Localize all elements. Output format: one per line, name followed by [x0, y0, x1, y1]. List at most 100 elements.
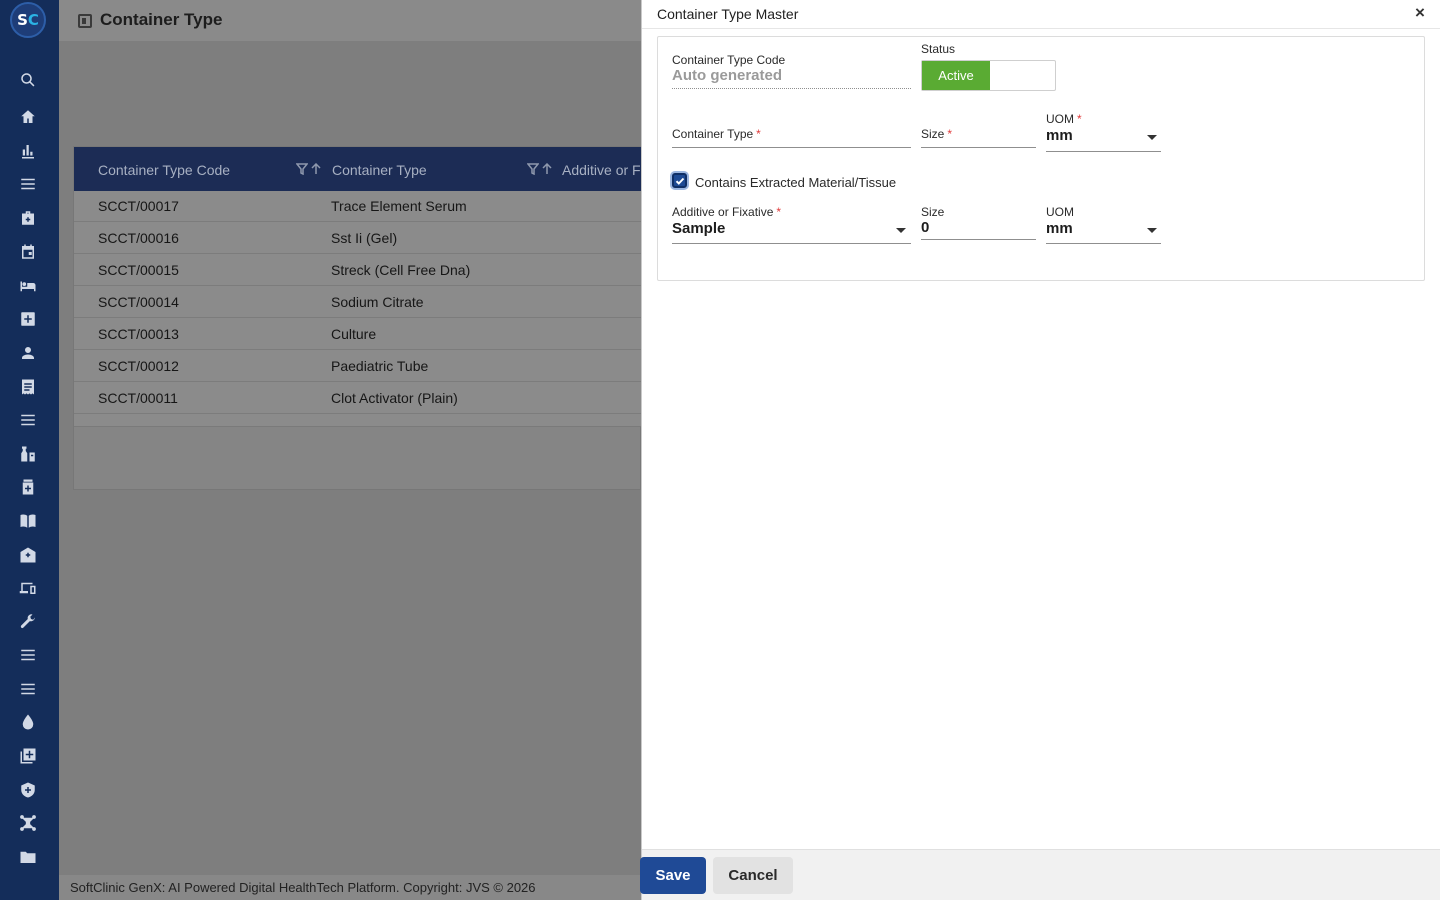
- uom2-select[interactable]: mm: [1046, 220, 1073, 237]
- book-icon[interactable]: [17, 510, 39, 532]
- pharmacy-icon[interactable]: [17, 443, 39, 465]
- uom-label: UOM *: [1046, 112, 1082, 126]
- cell-type: Sodium Citrate: [331, 294, 424, 310]
- table-row[interactable]: SCCT/00014 Sodium Citrate: [74, 286, 641, 318]
- checkmark-icon: [675, 177, 685, 185]
- status-toggle[interactable]: Active: [921, 60, 1056, 91]
- table-row[interactable]: SCCT/00017 Trace Element Serum: [74, 190, 641, 222]
- home-icon[interactable]: [17, 106, 39, 128]
- column-header-additive[interactable]: Additive or Fi: [562, 162, 641, 178]
- cell-code: SCCT/00012: [98, 358, 179, 374]
- size2-label: Size: [921, 205, 945, 219]
- extracted-material-checkbox[interactable]: [672, 173, 687, 188]
- menu-icon[interactable]: [17, 173, 39, 195]
- calendar-icon[interactable]: [17, 241, 39, 263]
- grid-header: Container Type Code Container Type Addit…: [74, 147, 641, 191]
- cell-type: Sst Ii (Gel): [331, 230, 398, 246]
- medicine-box-icon[interactable]: [17, 476, 39, 498]
- container-type-grid: Container Type Code Container Type Addit…: [74, 147, 641, 427]
- folder-icon[interactable]: [17, 846, 39, 868]
- column-header-code[interactable]: Container Type Code: [98, 162, 230, 178]
- column-tools-code[interactable]: [296, 163, 322, 177]
- sort-up-icon[interactable]: [310, 163, 322, 175]
- cell-type: Trace Element Serum: [331, 198, 467, 214]
- size2-underline: [921, 239, 1036, 240]
- additive-label: Additive or Fixative *: [672, 205, 781, 219]
- cell-code: SCCT/00016: [98, 230, 179, 246]
- chart-icon[interactable]: [17, 140, 39, 162]
- chevron-down-icon[interactable]: [1147, 135, 1157, 140]
- cell-code: SCCT/00011: [98, 390, 178, 406]
- uom2-label: UOM: [1046, 205, 1074, 219]
- cell-type: Streck (Cell Free Dna): [331, 262, 471, 278]
- container-type-master-dialog: Container Type Master × Container Type C…: [641, 0, 1440, 900]
- receipt-icon[interactable]: [17, 376, 39, 398]
- close-icon[interactable]: ×: [1412, 4, 1428, 21]
- cell-code: SCCT/00014: [98, 294, 179, 310]
- container-type-code-label: Container Type Code: [672, 53, 786, 67]
- footer-copyright: SoftClinic GenX: AI Powered Digital Heal…: [70, 880, 536, 895]
- column-header-type[interactable]: Container Type: [332, 162, 427, 178]
- uom-underline: [1046, 151, 1161, 152]
- filter-icon[interactable]: [527, 163, 539, 175]
- cell-code: SCCT/00015: [98, 262, 179, 278]
- code-field-underline: [672, 88, 911, 89]
- status-label: Status: [921, 42, 956, 56]
- logo-letter-c: C: [27, 11, 39, 29]
- cell-code: SCCT/00013: [98, 326, 179, 342]
- uom2-underline: [1046, 243, 1161, 244]
- cell-code: SCCT/00017: [98, 198, 179, 214]
- cancel-button[interactable]: Cancel: [713, 857, 793, 894]
- network-icon[interactable]: [17, 812, 39, 834]
- dialog-header-divider: [642, 28, 1440, 29]
- cell-type: Paediatric Tube: [331, 358, 429, 374]
- container-type-input[interactable]: [672, 121, 911, 147]
- cell-type: Clot Activator (Plain): [331, 390, 458, 406]
- additive-underline: [672, 243, 911, 244]
- cell-type: Culture: [331, 326, 377, 342]
- additive-label-text: Additive or Fixative: [672, 205, 774, 219]
- table-row[interactable]: SCCT/00015 Streck (Cell Free Dna): [74, 254, 641, 286]
- grid-divider: [74, 426, 641, 427]
- briefcase-medical-icon[interactable]: [17, 207, 39, 229]
- sort-up-icon[interactable]: [541, 163, 553, 175]
- drop-icon[interactable]: [17, 711, 39, 733]
- menu-icon[interactable]: [17, 678, 39, 700]
- filter-icon[interactable]: [296, 163, 308, 175]
- menu-icon[interactable]: [17, 644, 39, 666]
- container-type-code-field: Auto generated: [672, 67, 783, 84]
- bed-icon[interactable]: [17, 275, 39, 297]
- logo-letter-s: S: [17, 11, 28, 29]
- hospital-icon[interactable]: [17, 544, 39, 566]
- chevron-down-icon[interactable]: [1147, 228, 1157, 233]
- required-mark: *: [1077, 112, 1082, 126]
- table-row[interactable]: SCCT/00013 Culture: [74, 318, 641, 350]
- dialog-title: Container Type Master: [657, 6, 799, 22]
- wrench-icon[interactable]: [17, 611, 39, 633]
- shield-icon[interactable]: [17, 779, 39, 801]
- container-type-underline: [672, 147, 911, 148]
- size-underline: [921, 147, 1036, 148]
- table-row[interactable]: SCCT/00011 Clot Activator (Plain): [74, 382, 641, 414]
- uom-select[interactable]: mm: [1046, 127, 1073, 144]
- size2-input[interactable]: 0: [921, 219, 929, 236]
- app-logo[interactable]: SC: [10, 2, 46, 38]
- chevron-down-icon[interactable]: [896, 228, 906, 233]
- save-button[interactable]: Save: [640, 857, 706, 894]
- extracted-material-label[interactable]: Contains Extracted Material/Tissue: [695, 175, 896, 190]
- size-input[interactable]: [921, 121, 1036, 147]
- list-icon[interactable]: [17, 409, 39, 431]
- page-icon: [78, 14, 92, 28]
- plus-square-icon[interactable]: [17, 308, 39, 330]
- user-icon[interactable]: [17, 342, 39, 364]
- table-row[interactable]: SCCT/00012 Paediatric Tube: [74, 350, 641, 382]
- devices-icon[interactable]: [17, 577, 39, 599]
- sidebar-nav: SC: [0, 0, 59, 900]
- additive-select[interactable]: Sample: [672, 220, 725, 237]
- status-active-option[interactable]: Active: [922, 61, 990, 90]
- uom-label-text: UOM: [1046, 112, 1074, 126]
- add-library-icon[interactable]: [17, 745, 39, 767]
- column-tools-type[interactable]: [527, 163, 553, 177]
- table-row[interactable]: SCCT/00016 Sst Ii (Gel): [74, 222, 641, 254]
- search-icon[interactable]: [17, 69, 39, 91]
